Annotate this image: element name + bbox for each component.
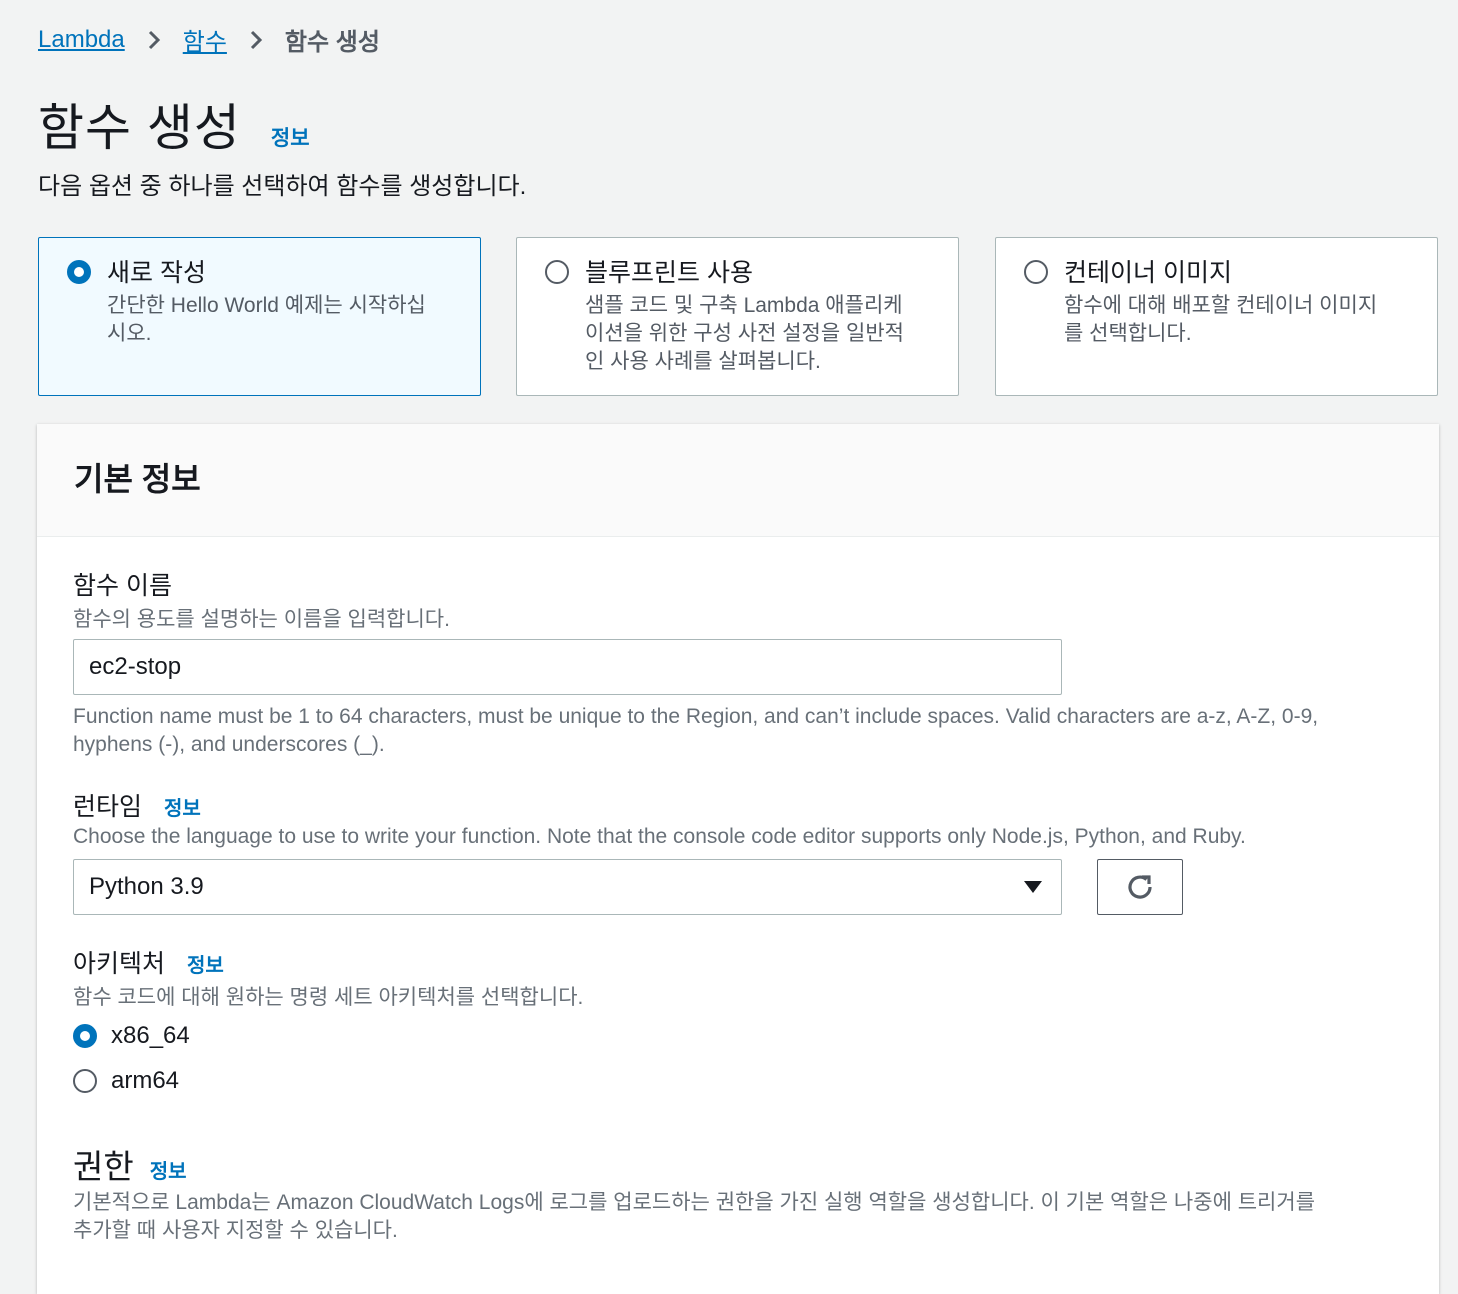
function-name-description: 함수의 용도를 설명하는 이름을 입력합니다. [73,608,450,631]
page-title-row: 함수 생성 정보 [38,88,310,160]
runtime-select[interactable]: Python 3.9 [73,859,1062,915]
permissions-label-text: 권한 [73,1148,134,1185]
panel-title: 기본 정보 [74,461,201,497]
function-name-constraint: Function name must be 1 to 64 characters… [73,703,1373,759]
caret-down-icon [1024,881,1042,893]
panel-header: 기본 정보 [37,424,1439,537]
breadcrumb-current: 함수 생성 [284,29,380,56]
runtime-selected-value: Python 3.9 [89,873,204,900]
refresh-button[interactable] [1097,859,1183,915]
function-name-input[interactable]: ec2-stop [73,639,1062,695]
constraint-line: hyphens (-), and underscores (_). [73,733,385,756]
function-name-label: 함수 이름 [73,566,172,602]
architecture-label: 아키텍처 정보 [73,944,224,980]
page-description: 다음 옵션 중 하나를 선택하여 함수를 생성합니다. [38,173,527,200]
option-container-image[interactable]: 컨테이너 이미지 함수에 대해 배포할 컨테이너 이미지 를 선택합니다. [995,237,1438,396]
runtime-label-text: 런타임 [73,793,143,821]
function-name-label-text: 함수 이름 [73,572,172,600]
basic-info-panel: 기본 정보 함수 이름 함수의 용도를 설명하는 이름을 입력합니다. ec2-… [37,424,1439,1294]
option-title: 컨테이너 이미지 [1064,259,1232,287]
breadcrumb-link-functions[interactable]: 함수 [183,22,227,57]
runtime-label: 런타임 정보 [73,787,201,823]
architecture-info-link[interactable]: 정보 [187,949,224,978]
option-description: 간단한 Hello World 예제는 시작하십 시오. [107,292,452,348]
option-description-line: 샘플 코드 및 구축 Lambda 애플리케 [585,294,903,317]
architecture-description: 함수 코드에 대해 원하는 명령 세트 아키텍처를 선택합니다. [73,986,584,1009]
architecture-label-text: 아키텍처 [73,950,166,978]
architecture-option-label: x86_64 [111,1022,190,1049]
option-description-line: 간단한 Hello World 예제는 시작하십 [107,294,426,317]
permissions-info-link[interactable]: 정보 [150,1155,187,1184]
chevron-right-icon [125,26,183,54]
runtime-description: Choose the language to use to write your… [73,825,1246,848]
breadcrumb: Lambda 함수 함수 생성 [38,22,380,57]
option-author-from-scratch[interactable]: 새로 작성 간단한 Hello World 예제는 시작하십 시오. [38,237,481,396]
chevron-right-icon [227,26,285,54]
constraint-line: Function name must be 1 to 64 characters… [73,705,1319,728]
page-title: 함수 생성 [38,100,241,156]
option-title: 새로 작성 [107,259,206,287]
option-description-line: 이션을 위한 구성 사전 설정을 일반적 [585,322,904,345]
option-description: 함수에 대해 배포할 컨테이너 이미지 를 선택합니다. [1064,292,1409,348]
architecture-option-arm64[interactable]: arm64 [73,1067,179,1095]
radio-selected-icon[interactable] [67,260,91,284]
info-link[interactable]: 정보 [271,122,310,152]
option-description-line: 를 선택합니다. [1064,322,1192,345]
radio-selected-icon[interactable] [73,1024,97,1048]
permissions-description: 기본적으로 Lambda는 Amazon CloudWatch Logs에 로그… [73,1189,1413,1245]
breadcrumb-link-lambda[interactable]: Lambda [38,26,125,54]
radio-unselected-icon[interactable] [545,260,569,284]
option-description-line: 함수에 대해 배포할 컨테이너 이미지 [1064,294,1378,317]
permissions-description-line: 추가할 때 사용자 지정할 수 있습니다. [73,1219,398,1242]
option-title: 블루프린트 사용 [585,259,753,287]
option-use-blueprint[interactable]: 블루프린트 사용 샘플 코드 및 구축 Lambda 애플리케 이션을 위한 구… [516,237,959,396]
architecture-option-x86-64[interactable]: x86_64 [73,1022,190,1050]
radio-unselected-icon[interactable] [1024,260,1048,284]
option-description-line: 시오. [107,322,152,345]
option-description: 샘플 코드 및 구축 Lambda 애플리케 이션을 위한 구성 사전 설정을 … [585,292,930,376]
refresh-icon [1128,875,1152,899]
radio-unselected-icon[interactable] [73,1069,97,1093]
option-description-line: 인 사용 사례를 살펴봅니다. [585,350,821,373]
runtime-info-link[interactable]: 정보 [164,792,201,821]
architecture-option-label: arm64 [111,1067,180,1094]
permissions-description-line: 기본적으로 Lambda는 Amazon CloudWatch Logs에 로그… [73,1191,1316,1214]
permissions-label: 권한 정보 [73,1140,187,1188]
